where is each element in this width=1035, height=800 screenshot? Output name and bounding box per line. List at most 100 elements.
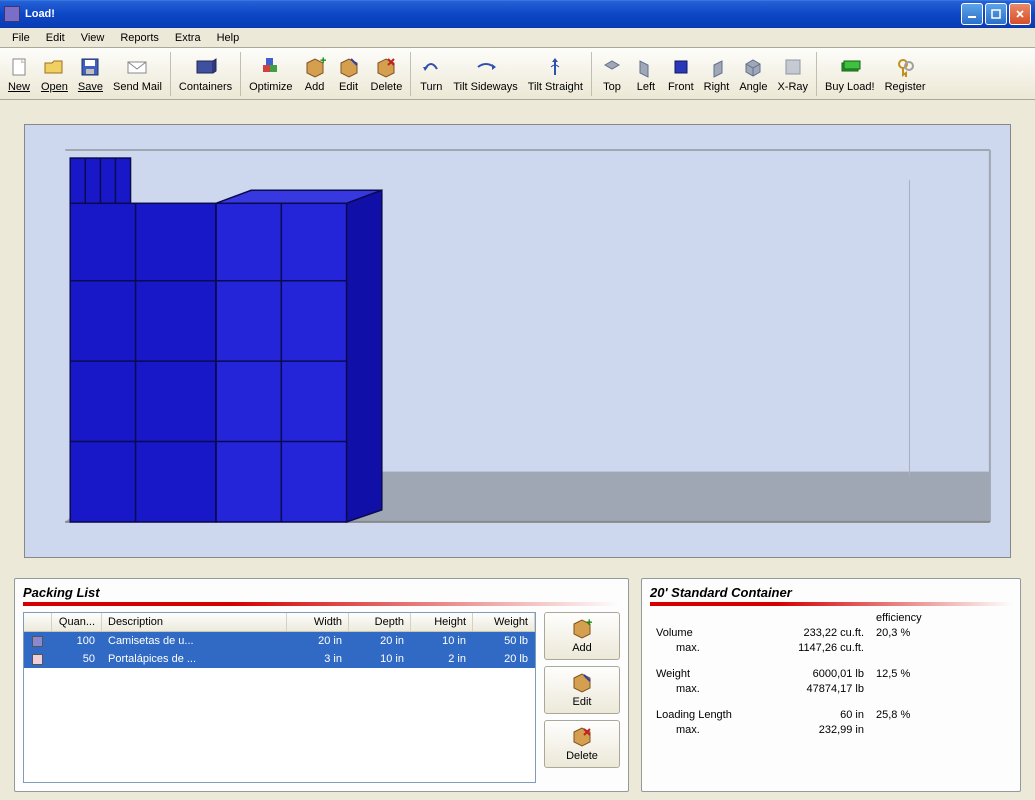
view-left-button[interactable]: Left — [629, 50, 663, 98]
view-right-button[interactable]: Right — [699, 50, 735, 98]
minimize-button[interactable] — [961, 3, 983, 25]
container-info-panel: 20' Standard Container efficiency Volume… — [641, 578, 1021, 792]
toolbar-separator — [591, 52, 592, 96]
tilt-sideways-icon — [474, 55, 498, 79]
menu-help[interactable]: Help — [209, 30, 248, 46]
delete-item-button[interactable]: Delete — [544, 720, 620, 768]
color-swatch — [32, 654, 43, 665]
turn-icon — [419, 55, 443, 79]
container-3d-view[interactable] — [24, 124, 1011, 558]
toolbar-separator — [816, 52, 817, 96]
buy-button[interactable]: Buy Load! — [820, 50, 880, 98]
packing-list-title: Packing List — [23, 585, 620, 600]
title-underline — [650, 602, 1012, 606]
register-button[interactable]: Register — [880, 50, 931, 98]
container-scene-svg — [25, 125, 1010, 557]
add-box-icon: + — [571, 618, 593, 640]
volume-efficiency: 20,3 % — [876, 627, 956, 639]
tilt-straight-icon — [543, 55, 567, 79]
view-top-button[interactable]: Top — [595, 50, 629, 98]
containers-button[interactable]: Containers — [174, 50, 237, 98]
save-button[interactable]: Save — [73, 50, 108, 98]
length-value: 60 in — [766, 709, 876, 721]
packing-list-panel: Packing List Quan... Description Width D… — [14, 578, 629, 792]
col-description[interactable]: Description — [102, 613, 287, 631]
view-front-icon — [669, 55, 693, 79]
add-box-button[interactable]: +Add — [298, 50, 332, 98]
length-max-value: 232,99 in — [766, 724, 876, 736]
packing-table[interactable]: Quan... Description Width Depth Height W… — [23, 612, 536, 783]
table-header: Quan... Description Width Depth Height W… — [24, 613, 535, 632]
view-front-button[interactable]: Front — [663, 50, 699, 98]
weight-max-value: 47874,17 lb — [766, 683, 876, 695]
svg-text:+: + — [320, 55, 326, 67]
volume-max-label: max. — [656, 642, 766, 654]
menu-reports[interactable]: Reports — [112, 30, 167, 46]
edit-box-icon — [337, 55, 361, 79]
col-height[interactable]: Height — [411, 613, 473, 631]
length-max-label: max. — [656, 724, 766, 736]
menu-extra[interactable]: Extra — [167, 30, 209, 46]
optimize-button[interactable]: Optimize — [244, 50, 297, 98]
edit-item-button[interactable]: Edit — [544, 666, 620, 714]
view-angle-button[interactable]: Angle — [734, 50, 772, 98]
table-row[interactable]: 50 Portalápices de ... 3 in 10 in 2 in 2… — [24, 650, 535, 668]
turn-button[interactable]: Turn — [414, 50, 448, 98]
toolbar-separator — [170, 52, 171, 96]
volume-label: Volume — [656, 627, 766, 639]
new-icon — [7, 55, 31, 79]
col-depth[interactable]: Depth — [349, 613, 411, 631]
delete-box-button[interactable]: Delete — [366, 50, 408, 98]
color-swatch — [32, 636, 43, 647]
edit-box-button[interactable]: Edit — [332, 50, 366, 98]
delete-box-icon — [571, 726, 593, 748]
weight-efficiency: 12,5 % — [876, 668, 956, 680]
maximize-button[interactable] — [985, 3, 1007, 25]
packing-side-buttons: +Add Edit Delete — [544, 612, 620, 783]
view-left-icon — [634, 55, 658, 79]
window-buttons — [961, 3, 1031, 25]
mail-icon — [125, 55, 149, 79]
new-button[interactable]: New — [2, 50, 36, 98]
col-quantity[interactable]: Quan... — [52, 613, 102, 631]
menu-view[interactable]: View — [73, 30, 113, 46]
open-icon — [42, 55, 66, 79]
toolbar-separator — [240, 52, 241, 96]
save-icon — [78, 55, 102, 79]
menu-edit[interactable]: Edit — [38, 30, 73, 46]
optimize-icon — [259, 55, 283, 79]
tilt-sideways-button[interactable]: Tilt Sideways — [448, 50, 522, 98]
view-angle-icon — [741, 55, 765, 79]
volume-value: 233,22 cu.ft. — [766, 627, 876, 639]
col-color[interactable] — [24, 613, 52, 631]
menu-file[interactable]: File — [4, 30, 38, 46]
open-button[interactable]: Open — [36, 50, 73, 98]
view-right-icon — [704, 55, 728, 79]
xray-button[interactable]: X-Ray — [772, 50, 813, 98]
edit-box-icon — [571, 672, 593, 694]
viewport-area — [0, 100, 1035, 570]
add-box-icon: + — [303, 55, 327, 79]
table-row[interactable]: 100 Camisetas de u... 20 in 20 in 10 in … — [24, 632, 535, 650]
toolbar-separator — [410, 52, 411, 96]
titlebar: Load! — [0, 0, 1035, 28]
add-item-button[interactable]: +Add — [544, 612, 620, 660]
window-title: Load! — [25, 8, 961, 20]
table-body: 100 Camisetas de u... 20 in 20 in 10 in … — [24, 632, 535, 668]
menubar: File Edit View Reports Extra Help — [0, 28, 1035, 48]
containers-icon — [194, 55, 218, 79]
length-label: Loading Length — [656, 709, 766, 721]
send-mail-button[interactable]: Send Mail — [108, 50, 167, 98]
buy-icon — [838, 55, 862, 79]
view-top-icon — [600, 55, 624, 79]
col-width[interactable]: Width — [287, 613, 349, 631]
toolbar: New Open Save Send Mail Containers Optim… — [0, 48, 1035, 100]
container-title: 20' Standard Container — [650, 585, 1012, 600]
container-stats: efficiency Volume233,22 cu.ft.20,3 % max… — [650, 612, 1012, 736]
tilt-straight-button[interactable]: Tilt Straight — [523, 50, 588, 98]
volume-max-value: 1147,26 cu.ft. — [766, 642, 876, 654]
col-weight[interactable]: Weight — [473, 613, 535, 631]
app-icon — [4, 6, 20, 22]
svg-text:+: + — [586, 618, 592, 629]
close-button[interactable] — [1009, 3, 1031, 25]
